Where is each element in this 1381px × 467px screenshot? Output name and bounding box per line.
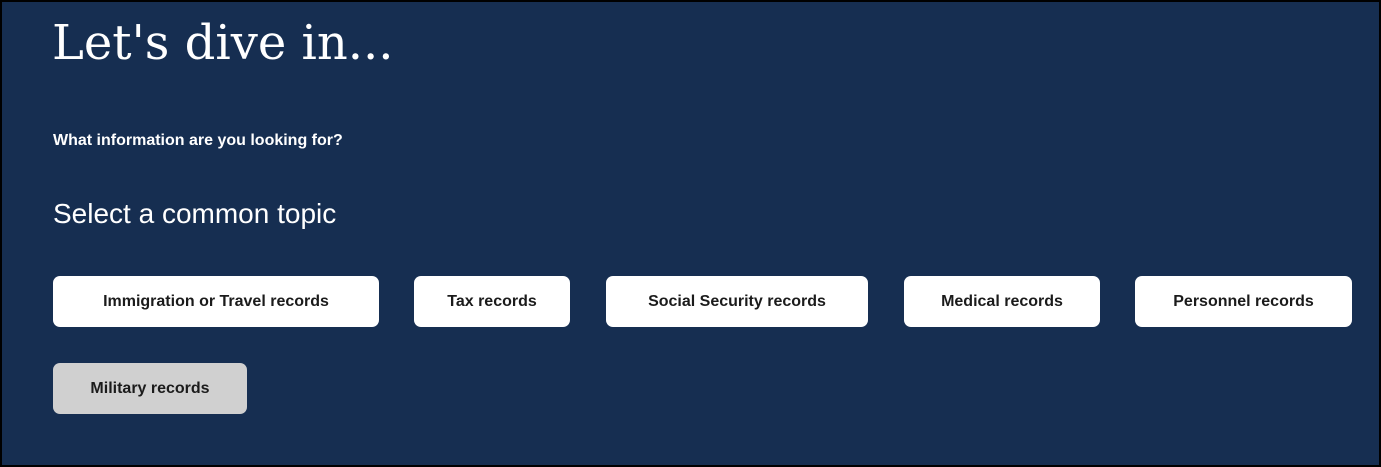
topic-button-medical[interactable]: Medical records: [904, 276, 1100, 327]
topic-button-military[interactable]: Military records: [53, 363, 247, 414]
topic-section-heading: Select a common topic: [53, 198, 337, 229]
topic-button-personnel[interactable]: Personnel records: [1135, 276, 1352, 327]
question-label: What information are you looking for?: [53, 132, 343, 149]
dive-in-panel: Let's dive in... What information are yo…: [0, 0, 1381, 467]
page-title: Let's dive in...: [52, 15, 394, 71]
topic-button-tax[interactable]: Tax records: [414, 276, 570, 327]
topic-button-immigration-travel[interactable]: Immigration or Travel records: [53, 276, 379, 327]
topic-button-social-security[interactable]: Social Security records: [606, 276, 868, 327]
